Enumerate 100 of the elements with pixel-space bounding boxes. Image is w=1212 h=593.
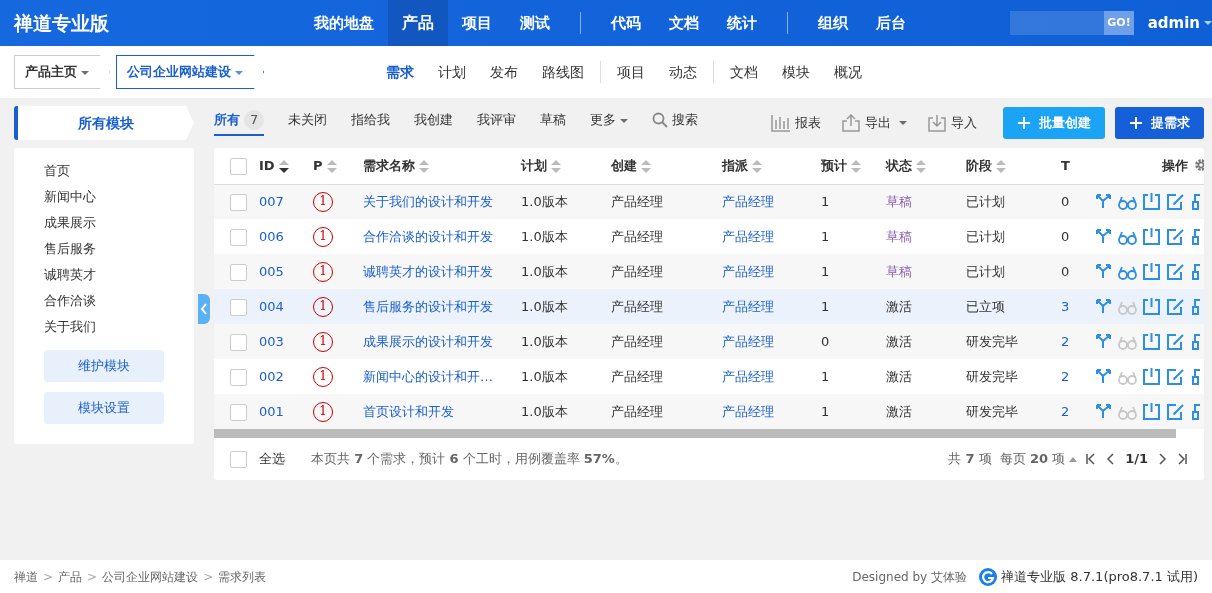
next-page-icon[interactable]	[1156, 453, 1168, 465]
column-header[interactable]: ID	[259, 158, 275, 173]
nav-tab[interactable]: 概况	[822, 61, 874, 83]
breadcrumb-menu[interactable]: 公司企业网站建设	[116, 55, 264, 89]
task-count-link[interactable]: 3	[1061, 298, 1070, 314]
branch-icon[interactable]	[1094, 297, 1113, 316]
module-tree-title[interactable]: 所有模块	[14, 106, 194, 140]
power-icon[interactable]	[1142, 297, 1161, 316]
power-icon[interactable]	[1142, 402, 1161, 421]
settings-icon[interactable]	[1194, 158, 1204, 173]
task-count-link[interactable]: 2	[1061, 403, 1070, 419]
nav-tab[interactable]: 我的地盘	[300, 0, 388, 46]
filter-tab[interactable]: 草稿	[540, 110, 567, 136]
nav-tab[interactable]: 组织	[804, 0, 862, 46]
filter-tab[interactable]: 所有 7	[214, 110, 265, 136]
module-item[interactable]: 成果展示	[44, 210, 194, 236]
module-item[interactable]: 诚聘英才	[44, 262, 194, 288]
collapse-sidebar-handle[interactable]	[198, 294, 210, 324]
column-header[interactable]: 阶段	[966, 158, 992, 173]
edit-icon[interactable]	[1166, 367, 1185, 386]
checkbox[interactable]	[230, 194, 247, 211]
toolbar-link[interactable]: 报表	[771, 113, 821, 133]
assignee-link[interactable]: 产品经理	[722, 228, 774, 244]
column-header[interactable]: 状态	[886, 158, 912, 173]
nav-tab[interactable]: 统计	[713, 0, 771, 46]
power-icon[interactable]	[1142, 262, 1161, 281]
module-item[interactable]: 新闻中心	[44, 184, 194, 210]
checkbox[interactable]	[230, 450, 247, 468]
toolbar-link[interactable]: 导出	[841, 113, 907, 133]
create-button[interactable]: 提需求	[1115, 107, 1204, 139]
designer-link[interactable]: 艾体验	[931, 567, 968, 586]
checkbox[interactable]	[230, 368, 247, 386]
nav-tab[interactable]: 发布	[478, 61, 530, 83]
filter-tab[interactable]: 我创建	[414, 110, 454, 136]
filter-tab[interactable]: 未关闭	[288, 110, 328, 136]
page-size-menu[interactable]: 每页 20 项	[999, 449, 1078, 469]
id-link[interactable]: 007	[259, 194, 284, 209]
nav-tab[interactable]: 模块	[770, 61, 822, 83]
nav-tab[interactable]: 测试	[506, 0, 564, 46]
edit-icon[interactable]	[1166, 192, 1185, 212]
edit-icon[interactable]	[1166, 262, 1185, 281]
power-icon[interactable]	[1142, 332, 1161, 351]
column-header[interactable]: 计划	[521, 158, 547, 173]
more-dropdown[interactable]: 更多	[590, 110, 629, 136]
select-all-label[interactable]: 全选	[259, 449, 285, 469]
breadcrumb-link[interactable]: 禅道	[14, 567, 38, 586]
breadcrumb-link[interactable]: 需求列表	[218, 567, 267, 586]
column-header[interactable]: 指派	[722, 158, 748, 173]
edit-icon[interactable]	[1166, 297, 1185, 316]
nav-tab[interactable]: 后台	[862, 0, 920, 46]
task-count-link[interactable]: 2	[1061, 333, 1070, 349]
nav-tab[interactable]: 路线图	[530, 61, 596, 83]
assignee-link[interactable]: 产品经理	[722, 368, 774, 384]
nav-tab[interactable]: 产品	[388, 0, 448, 46]
nav-tab[interactable]: 计划	[426, 61, 478, 83]
module-item[interactable]: 售后服务	[44, 236, 194, 262]
checkbox[interactable]	[230, 158, 247, 175]
edit-icon[interactable]	[1166, 402, 1185, 421]
branch-icon[interactable]	[1094, 262, 1113, 281]
module-button[interactable]: 维护模块	[44, 350, 164, 382]
search-link[interactable]: 搜索	[652, 110, 699, 136]
nav-tab[interactable]: 文档	[655, 0, 713, 46]
module-item[interactable]: 关于我们	[44, 314, 194, 340]
branch-icon[interactable]	[1094, 227, 1113, 246]
nav-tab[interactable]: 项目	[448, 0, 506, 46]
column-header[interactable]: 需求名称	[363, 158, 415, 173]
module-item[interactable]: 首页	[44, 158, 194, 184]
edit-icon[interactable]	[1166, 332, 1185, 351]
power-icon[interactable]	[1142, 367, 1161, 386]
edit-icon[interactable]	[1166, 227, 1185, 246]
sort-icon[interactable]	[278, 160, 289, 173]
user-menu[interactable]: admin	[1147, 11, 1212, 35]
filter-tab[interactable]: 指给我	[351, 110, 391, 136]
id-link[interactable]: 006	[259, 228, 284, 244]
branch-icon[interactable]	[1094, 367, 1113, 386]
breadcrumb-menu[interactable]: 产品主页	[14, 55, 110, 89]
nav-tab[interactable]: 代码	[597, 0, 655, 46]
power-icon[interactable]	[1142, 227, 1161, 246]
module-button[interactable]: 模块设置	[44, 392, 164, 424]
checkbox[interactable]	[230, 263, 247, 281]
breadcrumb-link[interactable]: 公司企业网站建设	[102, 567, 199, 586]
nav-tab[interactable]: 需求	[374, 61, 426, 83]
id-link[interactable]: 002	[259, 368, 284, 384]
column-header[interactable]: P	[313, 158, 323, 173]
first-page-icon[interactable]	[1085, 453, 1098, 465]
column-header[interactable]: 预计	[821, 158, 847, 173]
breadcrumb-link[interactable]: 产品	[58, 567, 83, 586]
module-item[interactable]: 合作洽谈	[44, 288, 194, 314]
checkbox[interactable]	[230, 298, 247, 316]
checkbox[interactable]	[230, 403, 247, 421]
title-link[interactable]: 合作洽谈的设计和开发	[363, 228, 493, 244]
nav-tab[interactable]: 动态	[657, 61, 709, 83]
toolbar-link[interactable]: 导入	[927, 113, 977, 133]
title-link[interactable]: 新闻中心的设计和开…	[363, 368, 493, 384]
branch-icon[interactable]	[1094, 402, 1113, 421]
horizontal-scrollbar[interactable]	[214, 429, 1176, 438]
last-page-icon[interactable]	[1176, 453, 1188, 465]
nav-tab[interactable]: 文档	[718, 61, 770, 83]
power-icon[interactable]	[1142, 192, 1161, 212]
checkbox[interactable]	[230, 333, 247, 351]
